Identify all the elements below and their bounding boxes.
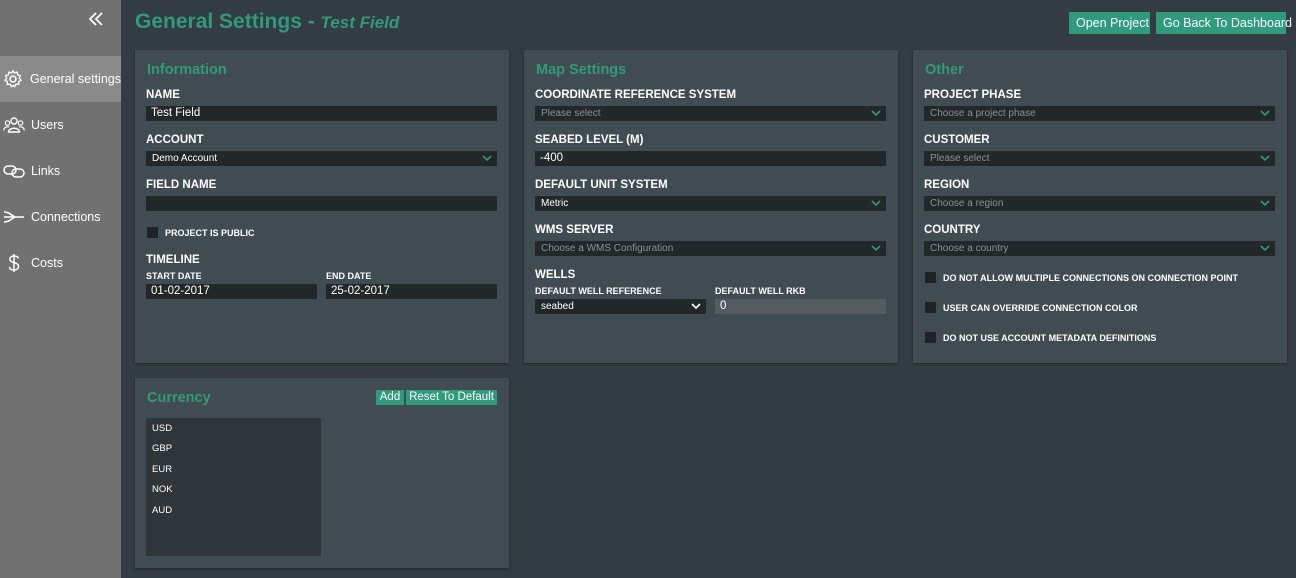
page-title-text: General Settings - — [135, 10, 321, 33]
region-placeholder: Choose a region — [930, 198, 1004, 209]
override-connection-color-label: USER CAN OVERRIDE CONNECTION COLOR — [943, 303, 1138, 313]
project-phase-select[interactable]: Choose a project phase — [924, 106, 1275, 121]
account-select-value: Demo Account — [152, 153, 218, 164]
chevron-down-icon — [1260, 155, 1270, 162]
no-account-metadata-label: DO NOT USE ACCOUNT METADATA DEFINITIONS — [943, 333, 1157, 343]
wms-server-label: WMS SERVER — [535, 224, 614, 236]
sidebar-item-label: Costs — [31, 256, 63, 270]
chevron-down-icon — [1260, 245, 1270, 252]
crs-select-placeholder: Please select — [541, 108, 601, 119]
project-phase-placeholder: Choose a project phase — [930, 108, 1036, 119]
sidebar-item-label: General settings — [29, 72, 121, 86]
list-item[interactable]: AUD — [152, 505, 172, 516]
field-name-label: FIELD NAME — [146, 179, 217, 191]
add-currency-button[interactable]: Add — [376, 390, 404, 405]
seabed-level-field[interactable]: -400 — [535, 151, 886, 166]
well-reference-select[interactable]: seabed — [535, 299, 706, 314]
well-rkb-field[interactable]: 0 — [715, 299, 886, 314]
chevron-down-icon — [1260, 110, 1270, 117]
end-date-label: END DATE — [326, 271, 372, 281]
sidebar-item-label: Users — [31, 118, 64, 132]
country-label: COUNTRY — [924, 224, 981, 236]
information-title: Information — [147, 62, 227, 78]
region-select[interactable]: Choose a region — [924, 196, 1275, 211]
dollar-icon — [3, 252, 25, 274]
gear-icon — [3, 68, 24, 90]
customer-placeholder: Please select — [930, 153, 990, 164]
override-connection-color-checkbox[interactable] — [925, 302, 936, 313]
project-public-label: PROJECT IS PUBLIC — [165, 228, 255, 238]
unit-system-label: DEFAULT UNIT SYSTEM — [535, 179, 668, 191]
reset-to-default-button[interactable]: Reset To Default — [406, 390, 497, 405]
sidebar-item-costs[interactable]: Costs — [0, 240, 121, 286]
field-name-field[interactable] — [146, 196, 497, 211]
sidebar-item-label: Connections — [31, 210, 101, 224]
wells-label: WELLS — [535, 269, 576, 281]
project-public-checkbox[interactable] — [147, 227, 158, 238]
chevron-down-icon — [871, 245, 881, 252]
wms-server-select[interactable]: Choose a WMS Configuration — [535, 241, 886, 256]
wms-server-placeholder: Choose a WMS Configuration — [541, 243, 674, 254]
users-icon — [3, 114, 25, 136]
sidebar-item-label: Links — [31, 164, 61, 178]
customer-label: CUSTOMER — [924, 134, 990, 146]
sidebar-item-users[interactable]: Users — [0, 102, 121, 148]
sidebar-item-general-settings[interactable]: General settings — [0, 56, 121, 102]
name-field[interactable]: Test Field — [146, 106, 497, 121]
country-select[interactable]: Choose a country — [924, 241, 1275, 256]
well-reference-value: seabed — [541, 301, 574, 312]
currency-title: Currency — [147, 390, 211, 406]
timeline-label: TIMELINE — [146, 254, 200, 266]
chevron-down-icon — [871, 110, 881, 117]
project-phase-label: PROJECT PHASE — [924, 89, 1022, 101]
link-icon — [3, 160, 25, 182]
chevron-down-icon — [691, 303, 701, 310]
well-rkb-label: DEFAULT WELL RKB — [715, 286, 806, 296]
list-item[interactable]: EUR — [152, 464, 172, 475]
seabed-level-label: SEABED LEVEL (M) — [535, 134, 644, 146]
chevron-down-icon — [482, 155, 492, 162]
chevron-down-icon — [1260, 200, 1270, 207]
no-multiple-connections-checkbox[interactable] — [925, 272, 936, 283]
other-title: Other — [925, 62, 964, 78]
page-subtitle: Test Field — [320, 13, 400, 32]
open-project-button[interactable]: Open Project — [1069, 12, 1150, 34]
customer-select[interactable]: Please select — [924, 151, 1275, 166]
sidebar: General settings Users Links Connections… — [0, 0, 121, 578]
list-item[interactable]: NOK — [152, 484, 173, 495]
list-item[interactable]: GBP — [152, 443, 172, 454]
map-settings-title: Map Settings — [536, 62, 627, 78]
well-reference-label: DEFAULT WELL REFERENCE — [535, 286, 662, 296]
name-label: NAME — [146, 89, 180, 101]
sidebar-item-links[interactable]: Links — [0, 148, 121, 194]
account-select[interactable]: Demo Account — [146, 151, 497, 166]
start-date-field[interactable]: 01-02-2017 — [146, 284, 317, 299]
collapse-sidebar-icon[interactable] — [84, 8, 108, 30]
connections-icon — [3, 206, 25, 228]
page-title: General Settings - Test Field — [135, 10, 399, 34]
country-placeholder: Choose a country — [930, 243, 1009, 254]
start-date-label: START DATE — [146, 271, 202, 281]
list-item[interactable]: USD — [152, 423, 172, 434]
end-date-field[interactable]: 25-02-2017 — [326, 284, 497, 299]
go-back-dashboard-button[interactable]: Go Back To Dashboard — [1156, 12, 1292, 34]
account-label: ACCOUNT — [146, 134, 204, 146]
crs-select[interactable]: Please select — [535, 106, 886, 121]
region-label: REGION — [924, 179, 970, 191]
no-multiple-connections-label: DO NOT ALLOW MULTIPLE CONNECTIONS ON CON… — [943, 273, 1238, 283]
currency-list: USD GBP EUR NOK AUD — [146, 418, 321, 556]
chevron-down-icon — [871, 200, 881, 207]
no-account-metadata-checkbox[interactable] — [925, 332, 936, 343]
unit-system-value: Metric — [541, 198, 569, 209]
sidebar-item-connections[interactable]: Connections — [0, 194, 121, 240]
unit-system-select[interactable]: Metric — [535, 196, 886, 211]
crs-label: COORDINATE REFERENCE SYSTEM — [535, 89, 737, 101]
